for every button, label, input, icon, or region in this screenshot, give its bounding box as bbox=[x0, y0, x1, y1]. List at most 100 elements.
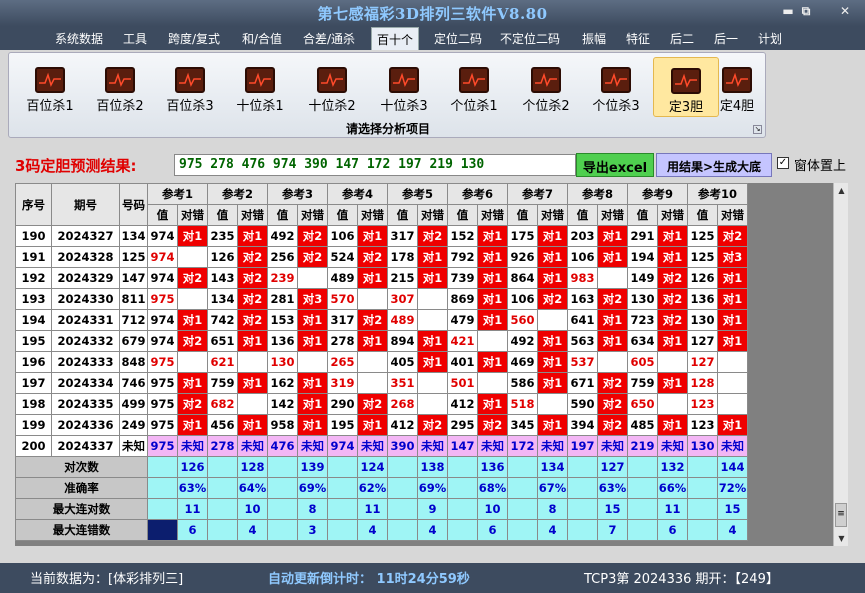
table-row[interactable]: 193 2024330 811 975 134 对2 281 对3 570 307 869 对1 106… bbox=[15, 288, 748, 310]
menu-hundreds-tens-units[interactable]: 百十个 bbox=[371, 27, 420, 50]
cell-hit[interactable]: 对1 bbox=[417, 246, 448, 268]
cell-pred-status[interactable]: 未知 bbox=[177, 435, 208, 457]
subheader-hit[interactable]: 对错 bbox=[657, 204, 688, 226]
stats-blank[interactable] bbox=[147, 519, 178, 541]
scroll-thumb[interactable]: ≡ bbox=[835, 503, 847, 527]
cell-value[interactable]: 194 bbox=[627, 246, 658, 268]
stats-blank[interactable] bbox=[327, 456, 358, 478]
cell-hit[interactable]: 对1 bbox=[297, 414, 328, 436]
cell-hit[interactable]: 对2 bbox=[417, 414, 448, 436]
cell-value[interactable]: 281 bbox=[267, 288, 298, 310]
table-row[interactable]: 196 2024333 848 975 621 130 265 405 对1 401 对1 469 对1… bbox=[15, 351, 748, 373]
menu-last-two[interactable]: 后二 bbox=[670, 30, 694, 47]
cell-value[interactable]: 126 bbox=[207, 246, 238, 268]
stats-blank[interactable] bbox=[567, 498, 598, 520]
stats-blank[interactable] bbox=[507, 456, 538, 478]
cell-hit[interactable]: 对1 bbox=[417, 330, 448, 352]
cell-issue[interactable]: 2024329 bbox=[51, 267, 120, 289]
maximize-button[interactable]: ⧉ bbox=[796, 4, 816, 19]
subheader-value[interactable]: 值 bbox=[327, 204, 358, 226]
stats-blank[interactable] bbox=[687, 498, 718, 520]
stay-on-top-checkbox[interactable]: ✓ bbox=[777, 157, 789, 169]
vertical-scrollbar[interactable]: ▲ ≡ ▼ bbox=[833, 183, 848, 546]
cell-value[interactable]: 256 bbox=[267, 246, 298, 268]
stats-value[interactable]: 67% bbox=[537, 477, 568, 499]
stats-blank[interactable] bbox=[627, 456, 658, 478]
cell-value[interactable]: 479 bbox=[447, 309, 478, 331]
stats-blank[interactable] bbox=[327, 477, 358, 499]
cell-value[interactable]: 974 bbox=[147, 267, 178, 289]
stats-value[interactable]: 7 bbox=[597, 519, 628, 541]
cell-value[interactable]: 650 bbox=[627, 393, 658, 415]
cell-hit[interactable] bbox=[477, 330, 508, 352]
cell-value[interactable]: 405 bbox=[387, 351, 418, 373]
cell-value[interactable]: 412 bbox=[387, 414, 418, 436]
cell-issue[interactable]: 2024336 bbox=[51, 414, 120, 436]
cell-value[interactable]: 983 bbox=[567, 267, 598, 289]
cell-hit[interactable]: 对2 bbox=[297, 225, 328, 247]
header-group[interactable]: 参考8 bbox=[567, 183, 628, 205]
stats-blank[interactable] bbox=[447, 456, 478, 478]
stats-blank[interactable] bbox=[687, 477, 718, 499]
cell-number[interactable]: 712 bbox=[119, 309, 148, 331]
cell-hit[interactable]: 对2 bbox=[237, 288, 268, 310]
cell-hit[interactable]: 对1 bbox=[717, 330, 748, 352]
cell-hit[interactable]: 对2 bbox=[177, 267, 208, 289]
cell-hit[interactable]: 对1 bbox=[717, 309, 748, 331]
cell-pred-value[interactable]: 147 bbox=[447, 435, 478, 457]
cell-hit[interactable]: 对1 bbox=[417, 351, 448, 373]
cell-pred-status[interactable]: 未知 bbox=[657, 435, 688, 457]
cell-seq[interactable]: 199 bbox=[15, 414, 52, 436]
subheader-hit[interactable]: 对错 bbox=[237, 204, 268, 226]
stats-value[interactable]: 8 bbox=[537, 498, 568, 520]
cell-value[interactable]: 130 bbox=[687, 309, 718, 331]
cell-hit[interactable] bbox=[417, 393, 448, 415]
stats-blank[interactable] bbox=[147, 456, 178, 478]
header-group[interactable]: 参考4 bbox=[327, 183, 388, 205]
ribbon-item[interactable]: 百位杀3 bbox=[157, 57, 223, 117]
cell-hit[interactable]: 对1 bbox=[717, 414, 748, 436]
cell-value[interactable]: 106 bbox=[567, 246, 598, 268]
stats-value[interactable]: 6 bbox=[477, 519, 508, 541]
subheader-hit[interactable]: 对错 bbox=[177, 204, 208, 226]
cell-hit[interactable]: 对2 bbox=[717, 225, 748, 247]
cell-value[interactable]: 175 bbox=[507, 225, 538, 247]
cell-value[interactable]: 975 bbox=[147, 372, 178, 394]
cell-value[interactable]: 651 bbox=[207, 330, 238, 352]
menu-last-one[interactable]: 后一 bbox=[714, 30, 738, 47]
cell-value[interactable]: 759 bbox=[207, 372, 238, 394]
stats-blank[interactable] bbox=[327, 519, 358, 541]
cell-value[interactable]: 570 bbox=[327, 288, 358, 310]
cell-number[interactable]: 249 bbox=[119, 414, 148, 436]
menu-feature[interactable]: 特征 bbox=[626, 30, 650, 47]
cell-hit[interactable] bbox=[297, 267, 328, 289]
cell-value[interactable]: 235 bbox=[207, 225, 238, 247]
cell-hit[interactable]: 对1 bbox=[597, 309, 628, 331]
stats-value[interactable]: 11 bbox=[177, 498, 208, 520]
stats-label[interactable]: 最大连对数 bbox=[15, 498, 148, 520]
cell-seq[interactable]: 192 bbox=[15, 267, 52, 289]
stats-blank[interactable] bbox=[567, 456, 598, 478]
cell-pred-value[interactable]: 278 bbox=[207, 435, 238, 457]
cell-hit[interactable]: 对1 bbox=[597, 225, 628, 247]
cell-value[interactable]: 412 bbox=[447, 393, 478, 415]
ribbon-item[interactable]: 十位杀3 bbox=[371, 57, 437, 117]
stats-value[interactable]: 11 bbox=[657, 498, 688, 520]
ribbon-item[interactable]: 百位杀1 bbox=[17, 57, 83, 117]
menu-plan[interactable]: 计划 bbox=[758, 30, 782, 47]
cell-hit[interactable]: 对2 bbox=[537, 288, 568, 310]
cell-pred-value[interactable]: 476 bbox=[267, 435, 298, 457]
cell-value[interactable]: 723 bbox=[627, 309, 658, 331]
subheader-hit[interactable]: 对错 bbox=[357, 204, 388, 226]
cell-hit[interactable]: 对1 bbox=[237, 225, 268, 247]
cell-value[interactable]: 126 bbox=[687, 267, 718, 289]
cell-hit[interactable]: 对2 bbox=[357, 246, 388, 268]
cell-value[interactable]: 136 bbox=[267, 330, 298, 352]
subheader-value[interactable]: 值 bbox=[507, 204, 538, 226]
cell-hit[interactable]: 对1 bbox=[357, 225, 388, 247]
cell-hit[interactable]: 对1 bbox=[237, 330, 268, 352]
cell-value[interactable]: 317 bbox=[387, 225, 418, 247]
cell-value[interactable]: 974 bbox=[147, 246, 178, 268]
cell-value[interactable]: 153 bbox=[267, 309, 298, 331]
table-row[interactable]: 197 2024334 746 975 对1 759 对1 162 对1 319 351 501 586… bbox=[15, 372, 748, 394]
